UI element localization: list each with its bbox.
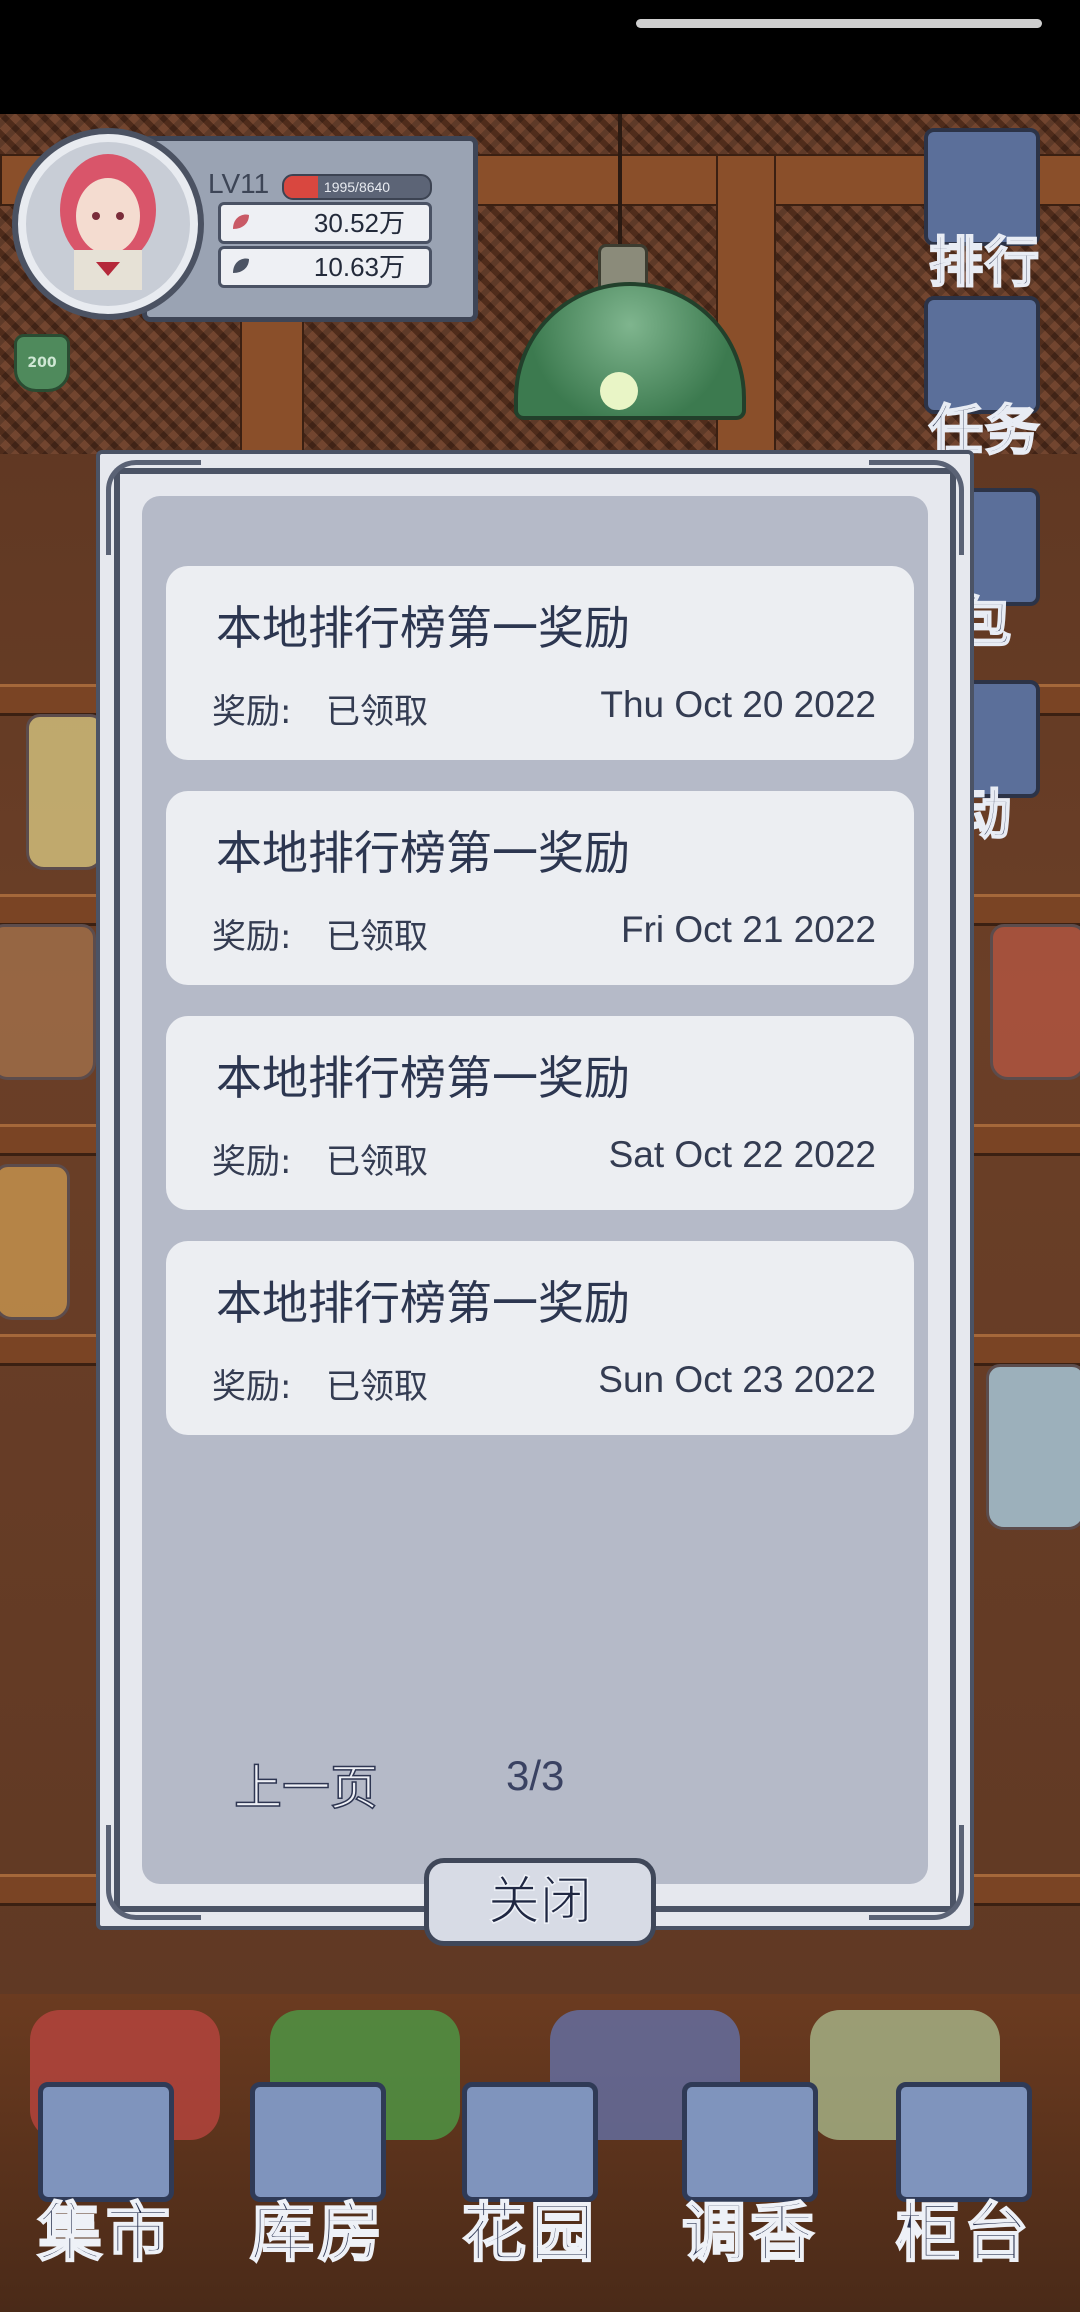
jar (26, 714, 104, 870)
reward-status: 已领取 (326, 917, 428, 957)
side-button-rank[interactable]: 排行 (910, 128, 1060, 295)
avatar-portrait-icon (60, 154, 156, 290)
leaf-icon (233, 258, 249, 273)
reward-item: 本地排行榜第一奖励 奖励: 已领取 Sat Oct 22 2022 (166, 1016, 914, 1210)
petal-icon (233, 214, 249, 229)
side-label: 排行 (928, 229, 1041, 295)
reward-item: 本地排行榜第一奖励 奖励: 已领取 Thu Oct 20 2022 (166, 566, 914, 760)
badge-200[interactable]: 200 (14, 334, 70, 392)
jar (0, 924, 96, 1080)
petal-currency: 30.52万 (218, 202, 432, 244)
nav-warehouse[interactable]: 库房 (236, 2082, 400, 2282)
nav-counter[interactable]: 柜台 (882, 2082, 1046, 2282)
nav-label: 花园 (461, 2195, 598, 2272)
nav-label: 柜台 (895, 2195, 1032, 2272)
nav-label: 调香 (681, 2195, 818, 2272)
nav-label: 库房 (249, 2195, 386, 2272)
reward-date: Thu Oct 20 2022 (600, 684, 876, 725)
nav-garden[interactable]: 花园 (448, 2082, 612, 2282)
leaf-currency: 10.63万 (218, 246, 432, 288)
prev-page-button[interactable]: 上一页 (233, 1748, 379, 1818)
reward-status-label: 奖励: (212, 1142, 292, 1182)
reward-date: Sat Oct 22 2022 (608, 1134, 876, 1175)
petal-value: 30.52万 (313, 208, 405, 238)
gesture-pill[interactable] (636, 19, 1042, 28)
reward-status: 已领取 (326, 1367, 428, 1407)
xp-text: 1995/8640 (323, 179, 391, 195)
reward-status: 已领取 (326, 692, 428, 732)
reward-title: 本地排行榜第一奖励 (216, 826, 630, 880)
reward-status: 已领取 (326, 1142, 428, 1182)
reward-status-label: 奖励: (212, 692, 292, 732)
reward-title: 本地排行榜第一奖励 (216, 601, 630, 655)
close-label: 关闭 (487, 1871, 593, 1933)
nav-market[interactable]: 集市 (24, 2082, 188, 2282)
nav-label: 集市 (37, 2195, 174, 2272)
page-indicator: 3/3 (506, 1752, 565, 1799)
jar (986, 1364, 1080, 1530)
reward-title: 本地排行榜第一奖励 (216, 1051, 630, 1105)
close-button[interactable]: 关闭 (424, 1858, 656, 1946)
jar (990, 924, 1080, 1080)
reward-status-label: 奖励: (212, 1367, 292, 1407)
xp-bar: 1995/8640 (282, 174, 432, 200)
reward-date: Fri Oct 21 2022 (620, 909, 876, 950)
lamp-cord (618, 114, 622, 264)
lamp-bulb (600, 372, 638, 410)
reward-title: 本地排行榜第一奖励 (216, 1276, 630, 1330)
reward-date: Sun Oct 23 2022 (598, 1359, 876, 1400)
jar (0, 1164, 70, 1320)
system-status-bar (0, 0, 1080, 114)
level-label: LV11 (208, 168, 270, 199)
reward-item: 本地排行榜第一奖励 奖励: 已领取 Fri Oct 21 2022 (166, 791, 914, 985)
leaf-value: 10.63万 (313, 252, 405, 282)
reward-status-label: 奖励: (212, 917, 292, 957)
reward-item: 本地排行榜第一奖励 奖励: 已领取 Sun Oct 23 2022 (166, 1241, 914, 1435)
side-button-task[interactable]: 任务 (910, 296, 1060, 463)
nav-perfume[interactable]: 调香 (668, 2082, 832, 2282)
